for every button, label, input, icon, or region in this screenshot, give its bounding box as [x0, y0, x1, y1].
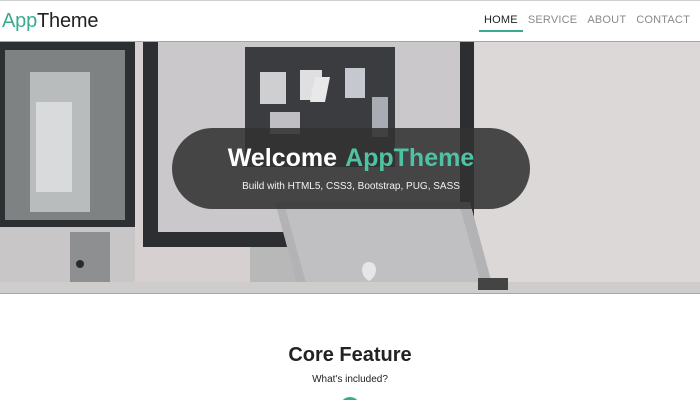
- hero-banner: Welcome AppTheme Build with HTML5, CSS3, …: [0, 41, 700, 294]
- nav-contact[interactable]: CONTACT: [631, 10, 695, 32]
- brand-logo[interactable]: AppTheme: [0, 11, 98, 31]
- brand-part-app: App: [2, 10, 37, 32]
- hero-overlay-card: Welcome AppTheme Build with HTML5, CSS3, …: [172, 128, 530, 209]
- nav-home[interactable]: HOME: [479, 10, 523, 32]
- core-feature-section: Core Feature What's included?: [0, 294, 700, 400]
- hero-title-prefix: Welcome: [227, 143, 338, 172]
- nav-about[interactable]: ABOUT: [582, 10, 631, 32]
- nav-service[interactable]: SERVICE: [523, 10, 583, 32]
- section-subtitle: What's included?: [312, 374, 388, 385]
- brand-part-theme: Theme: [37, 10, 99, 32]
- main-nav: HOME SERVICE ABOUT CONTACT: [479, 1, 700, 41]
- hero-subtitle: Build with HTML5, CSS3, Bootstrap, PUG, …: [242, 181, 460, 193]
- navbar: AppTheme HOME SERVICE ABOUT CONTACT: [0, 0, 700, 41]
- section-title: Core Feature: [288, 344, 412, 366]
- hero-title-accent: AppTheme: [345, 143, 475, 172]
- hero-title: Welcome AppTheme: [227, 143, 475, 173]
